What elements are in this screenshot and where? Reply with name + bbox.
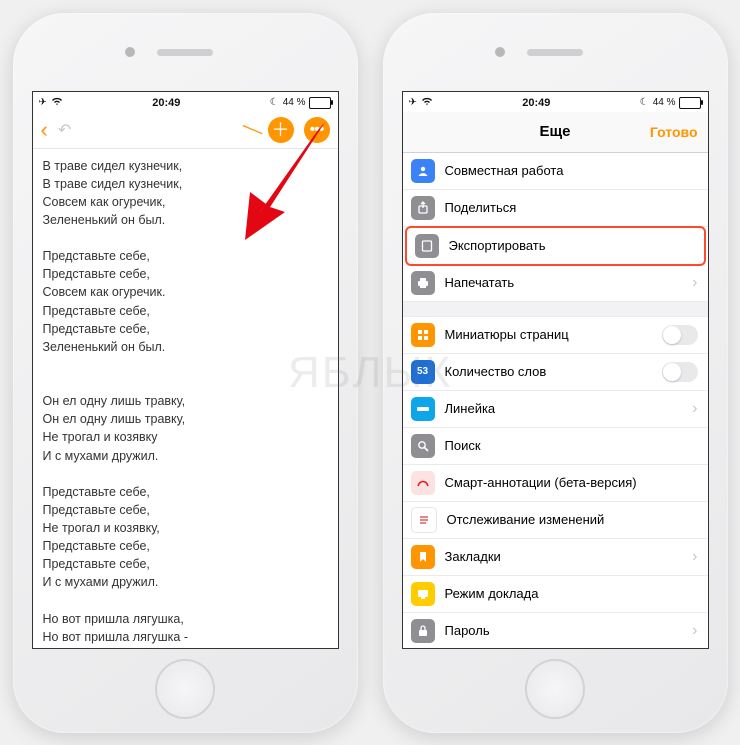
moon-icon: ☾ [270, 97, 279, 108]
more-button[interactable]: ••• [304, 117, 330, 143]
search-icon [411, 434, 435, 458]
menu-label: Количество слов [445, 364, 547, 379]
presenter-icon [411, 582, 435, 606]
menu-label: Пароль [445, 623, 490, 638]
menu-label: Совместная работа [445, 163, 564, 178]
menu-item-collab[interactable]: Совместная работа [403, 153, 708, 190]
menu-item-thumbnails[interactable]: Миниатюры страниц [403, 317, 708, 354]
menu-item-smartannotations[interactable]: Смарт-аннотации (бета-версия) [403, 465, 708, 502]
menu-label: Режим доклада [445, 586, 539, 601]
menu-item-bookmarks[interactable]: Закладки › [403, 539, 708, 576]
menu-label: Экспортировать [449, 238, 546, 253]
camera-dot [125, 47, 135, 57]
battery-text: 44 % [653, 97, 676, 108]
home-button[interactable] [155, 659, 215, 719]
battery-icon [309, 97, 331, 109]
add-button[interactable]: ＋ [268, 117, 294, 143]
menu-label: Отслеживание изменений [447, 512, 605, 527]
bookmark-icon [411, 545, 435, 569]
battery-icon [679, 97, 701, 109]
menu-item-share[interactable]: Поделиться [403, 190, 708, 227]
plus-icon: ＋ [272, 121, 290, 139]
menu-item-ruler[interactable]: Линейка › [403, 391, 708, 428]
print-icon [411, 271, 435, 295]
menu-list: Совместная работа Поделиться Экспортиров… [403, 153, 708, 648]
camera-dot [495, 47, 505, 57]
moon-icon: ☾ [640, 97, 649, 108]
document-body[interactable]: В траве сидел кузнечик, В траве сидел ку… [33, 149, 338, 648]
menu-item-wordcount[interactable]: 53 Количество слов [403, 354, 708, 391]
menu-item-search[interactable]: Поиск [403, 428, 708, 465]
brush-button[interactable]: ╲ [243, 119, 263, 141]
status-bar: ✈ 20:49 ☾ 44 % [33, 92, 338, 112]
menu-label: Поделиться [445, 200, 517, 215]
menu-item-export[interactable]: Экспортировать [405, 226, 706, 266]
menu-label: Смарт-аннотации (бета-версия) [445, 475, 637, 490]
menu-label: Поиск [445, 438, 481, 453]
wordcount-icon: 53 [411, 360, 435, 384]
home-button[interactable] [525, 659, 585, 719]
menu-label: Закладки [445, 549, 501, 564]
section-gap [403, 302, 708, 317]
annotation-icon [411, 471, 435, 495]
editor-toolbar: ‹ ↶ ╲ ＋ ••• [33, 112, 338, 149]
phone-right: ✈ 20:49 ☾ 44 % Еще Готово Совместная раб… [383, 13, 728, 733]
status-time: 20:49 [152, 97, 180, 109]
battery-text: 44 % [283, 97, 306, 108]
person-icon [411, 159, 435, 183]
menu-item-trackchanges[interactable]: Отслеживание изменений [403, 502, 708, 539]
track-icon [411, 507, 437, 533]
menu-navbar: Еще Готово [403, 112, 708, 153]
screen-editor: ✈ 20:49 ☾ 44 % ‹ ↶ ╲ ＋ ••• В т [32, 91, 339, 649]
menu-label: Линейка [445, 401, 496, 416]
wifi-icon [421, 96, 433, 109]
lock-icon [411, 619, 435, 643]
share-icon [411, 196, 435, 220]
chevron-right-icon: › [692, 622, 697, 640]
status-bar: ✈ 20:49 ☾ 44 % [403, 92, 708, 112]
done-button[interactable]: Готово [650, 124, 698, 140]
chevron-right-icon: › [692, 400, 697, 418]
toggle-thumbnails[interactable] [662, 325, 698, 345]
wifi-icon [51, 96, 63, 109]
chevron-right-icon: › [692, 274, 697, 292]
undo-button[interactable]: ↶ [58, 120, 71, 140]
back-button[interactable]: ‹ [41, 117, 48, 143]
menu-label: Напечатать [445, 275, 515, 290]
airplane-icon: ✈ [409, 97, 417, 108]
menu-item-password[interactable]: Пароль › [403, 613, 708, 648]
status-time: 20:49 [522, 97, 550, 109]
menu-item-print[interactable]: Напечатать › [403, 265, 708, 302]
toggle-wordcount[interactable] [662, 362, 698, 382]
ellipsis-icon: ••• [310, 122, 324, 138]
export-icon [415, 234, 439, 258]
menu-item-presenter[interactable]: Режим доклада [403, 576, 708, 613]
menu-label: Миниатюры страниц [445, 327, 569, 342]
ruler-icon [411, 397, 435, 421]
menu-title: Еще [539, 123, 570, 140]
thumbs-icon [411, 323, 435, 347]
airplane-icon: ✈ [39, 97, 47, 108]
speaker-slot [157, 49, 213, 56]
screen-menu: ✈ 20:49 ☾ 44 % Еще Готово Совместная раб… [402, 91, 709, 649]
phone-left: ✈ 20:49 ☾ 44 % ‹ ↶ ╲ ＋ ••• В т [13, 13, 358, 733]
speaker-slot [527, 49, 583, 56]
chevron-right-icon: › [692, 548, 697, 566]
